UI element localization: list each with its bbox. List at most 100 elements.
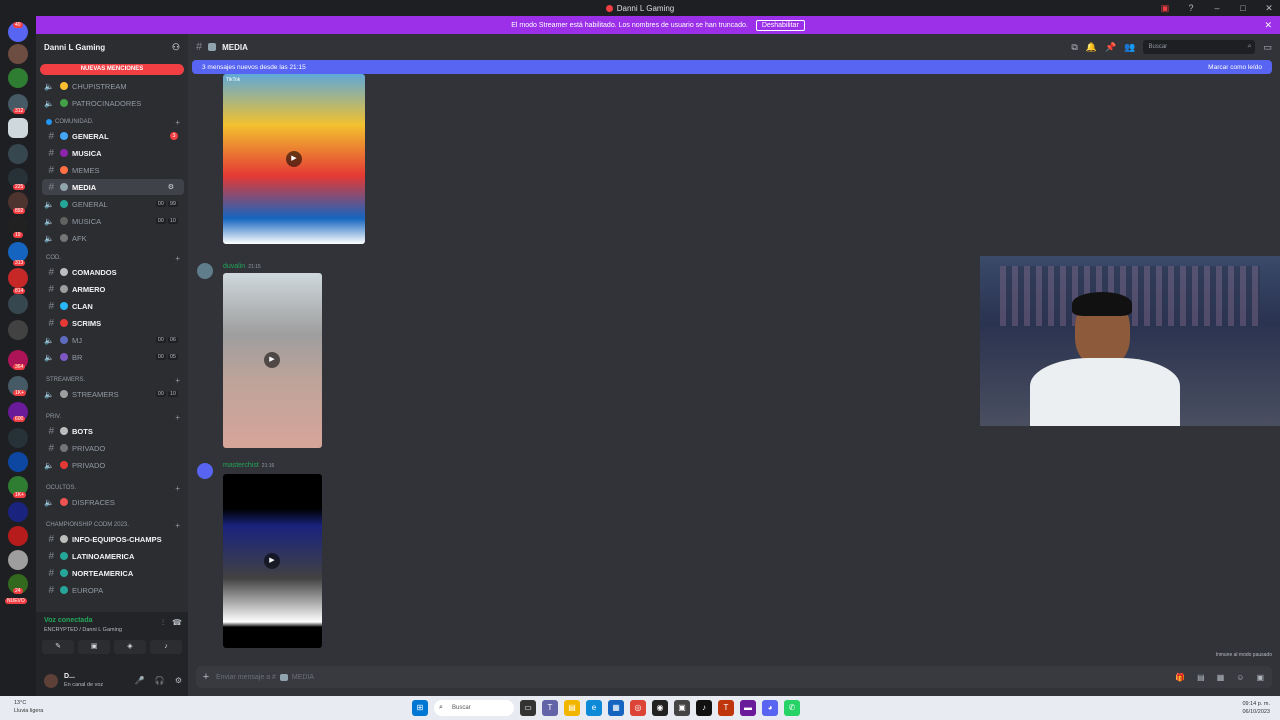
clock[interactable]: 09:14 p. m. 06/10/2023 xyxy=(1242,700,1270,716)
voice-channel[interactable]: 🔈 DISFRACES xyxy=(36,494,188,510)
server-icon[interactable] xyxy=(8,242,28,262)
text-channel[interactable]: # SCRIMS xyxy=(36,315,188,331)
voice-channel[interactable]: 🔈 GENERAL 00 99 xyxy=(36,196,188,212)
add-channel-icon[interactable]: + xyxy=(175,254,180,263)
add-channel-icon[interactable]: + xyxy=(175,484,180,493)
voice-channel[interactable]: 🔈 AFK xyxy=(36,230,188,246)
headphones-icon[interactable]: 🎧 xyxy=(155,676,165,685)
apps-icon[interactable]: ▣ xyxy=(1256,673,1264,682)
text-channel[interactable]: # EUROPA xyxy=(36,582,188,598)
bell-icon[interactable]: 🔔 xyxy=(1086,42,1097,53)
activities-button[interactable]: ◈ xyxy=(114,640,146,654)
text-channel[interactable]: # INFO-EQUIPOS-CHAMPS xyxy=(36,531,188,547)
search-input[interactable]: Buscar ⌕ xyxy=(1143,40,1256,54)
mark-as-read-button[interactable]: Marcar como leído xyxy=(1208,64,1262,71)
voice-channel[interactable]: 🔈 PRIVADO xyxy=(36,457,188,473)
screen-share-button[interactable]: ▣ xyxy=(78,640,110,654)
new-server-badge[interactable]: NUEVO xyxy=(5,598,27,604)
add-member-icon[interactable]: ⚇ xyxy=(172,42,180,53)
disconnect-icon[interactable]: ☎ xyxy=(172,618,182,628)
microphone-icon[interactable]: 🎤 xyxy=(135,676,145,685)
gif-icon[interactable]: ▤ xyxy=(1197,673,1205,682)
disable-streamer-button[interactable]: Deshabilitar xyxy=(755,19,805,31)
user-name[interactable]: D... xyxy=(64,673,75,680)
add-channel-icon[interactable]: + xyxy=(175,376,180,385)
close-button[interactable]: ✕ xyxy=(1262,3,1276,14)
guild-header[interactable]: Danni L Gaming ⚇ xyxy=(36,34,188,60)
new-mentions-pill[interactable]: NUEVAS MENCIONES xyxy=(40,64,184,75)
voice-channel-path[interactable]: ENCRYPTED / Danni L Gaming xyxy=(44,627,122,633)
avatar[interactable] xyxy=(197,263,213,279)
gift-icon[interactable]: 🎁 xyxy=(1175,673,1185,682)
edge-icon[interactable]: e xyxy=(586,700,602,716)
server-icon[interactable] xyxy=(8,550,28,570)
category-header[interactable]: OCULTOS. + xyxy=(46,482,186,494)
taskbar-search[interactable]: ⌕ Buscar xyxy=(434,700,514,716)
voice-channel[interactable]: 🔈 CHUPISTREAM xyxy=(36,78,188,94)
chrome-icon[interactable]: ◎ xyxy=(630,700,646,716)
new-messages-banner[interactable]: 3 mensajes nuevos desde las 21:15 Marcar… xyxy=(192,60,1272,74)
add-channel-icon[interactable]: + xyxy=(175,413,180,422)
inbox-icon[interactable]: ▣ xyxy=(1158,3,1172,14)
text-channel[interactable]: # MUSICA xyxy=(36,145,188,161)
text-channel[interactable]: # BOTS xyxy=(36,423,188,439)
gear-icon[interactable]: ⚙ xyxy=(175,676,182,685)
task-view-icon[interactable]: ▭ xyxy=(520,700,536,716)
server-icon[interactable] xyxy=(8,320,28,340)
noise-suppression-icon[interactable]: ⫶ xyxy=(162,618,164,628)
server-icon[interactable] xyxy=(8,144,28,164)
voice-connected-status[interactable]: Voz conectada xyxy=(44,617,93,624)
server-icon[interactable] xyxy=(8,294,28,314)
category-header[interactable]: COMUNIDAD. + xyxy=(46,116,186,128)
file-explorer-icon[interactable]: ▤ xyxy=(564,700,580,716)
play-icon[interactable]: ▶ xyxy=(264,553,280,569)
text-channel[interactable]: # COMANDOS xyxy=(36,264,188,280)
add-channel-icon[interactable]: + xyxy=(175,118,180,127)
maximize-button[interactable]: □ xyxy=(1236,3,1250,13)
server-icon[interactable] xyxy=(8,502,28,522)
tiktok-icon[interactable]: ♪ xyxy=(696,700,712,716)
server-icon[interactable] xyxy=(8,526,28,546)
inbox-icon[interactable]: ▭ xyxy=(1263,42,1272,53)
message-author[interactable]: masterchist 21:16 xyxy=(223,462,274,469)
attach-icon[interactable]: + xyxy=(196,671,216,683)
video-attachment[interactable]: TikTok ▶ xyxy=(223,74,365,244)
text-channel[interactable]: # MEMES xyxy=(36,162,188,178)
message-author[interactable]: duvalin 21:15 xyxy=(223,263,261,270)
video-attachment[interactable]: ▶ xyxy=(223,273,322,448)
close-icon[interactable]: ✕ xyxy=(1264,20,1272,31)
play-icon[interactable]: ▶ xyxy=(286,151,302,167)
gear-icon[interactable]: ⚙ xyxy=(168,183,174,191)
text-channel[interactable]: # NORTEAMERICA xyxy=(36,565,188,581)
server-icon[interactable] xyxy=(8,44,28,64)
app-icon[interactable]: T xyxy=(542,700,558,716)
voice-channel[interactable]: 🔈 STREAMERS 00 10 xyxy=(36,386,188,402)
app-icon[interactable]: T xyxy=(718,700,734,716)
threads-icon[interactable]: ⧉ xyxy=(1071,42,1077,53)
text-channel[interactable]: # GENERAL 3 xyxy=(36,128,188,144)
category-header[interactable]: STREAMERS. + xyxy=(46,374,186,386)
whatsapp-icon[interactable]: ✆ xyxy=(784,700,800,716)
message-composer[interactable]: + Enviar mensaje a # MEDIA 🎁 ▤ ▦ ☺ ▣ xyxy=(196,666,1272,688)
text-channel[interactable]: # PRIVADO xyxy=(36,440,188,456)
help-icon[interactable]: ? xyxy=(1184,3,1198,13)
category-header[interactable]: PRIV. + xyxy=(46,411,186,423)
text-channel[interactable]: # LATINOAMERICA xyxy=(36,548,188,564)
discord-icon[interactable]: ◕ xyxy=(762,700,778,716)
minimize-button[interactable]: – xyxy=(1210,3,1224,13)
camera-button[interactable]: ✎ xyxy=(42,640,74,654)
pin-icon[interactable]: 📌 xyxy=(1105,42,1116,53)
weather-widget[interactable]: 13°C Lluvia ligera xyxy=(14,699,43,715)
sticker-icon[interactable]: ▦ xyxy=(1217,673,1225,682)
text-channel[interactable]: # ARMERO xyxy=(36,281,188,297)
server-icon[interactable] xyxy=(8,452,28,472)
server-icon[interactable] xyxy=(8,428,28,448)
voice-channel[interactable]: 🔈 MJ 00 06 xyxy=(36,332,188,348)
start-icon[interactable]: ⊞ xyxy=(412,700,428,716)
soundboard-button[interactable]: ♪ xyxy=(150,640,182,654)
add-channel-icon[interactable]: + xyxy=(175,521,180,530)
text-channel[interactable]: # CLAN xyxy=(36,298,188,314)
voice-channel[interactable]: 🔈 PATROCINADORES xyxy=(36,95,188,111)
avatar[interactable] xyxy=(44,674,58,688)
server-icon[interactable] xyxy=(8,118,28,138)
